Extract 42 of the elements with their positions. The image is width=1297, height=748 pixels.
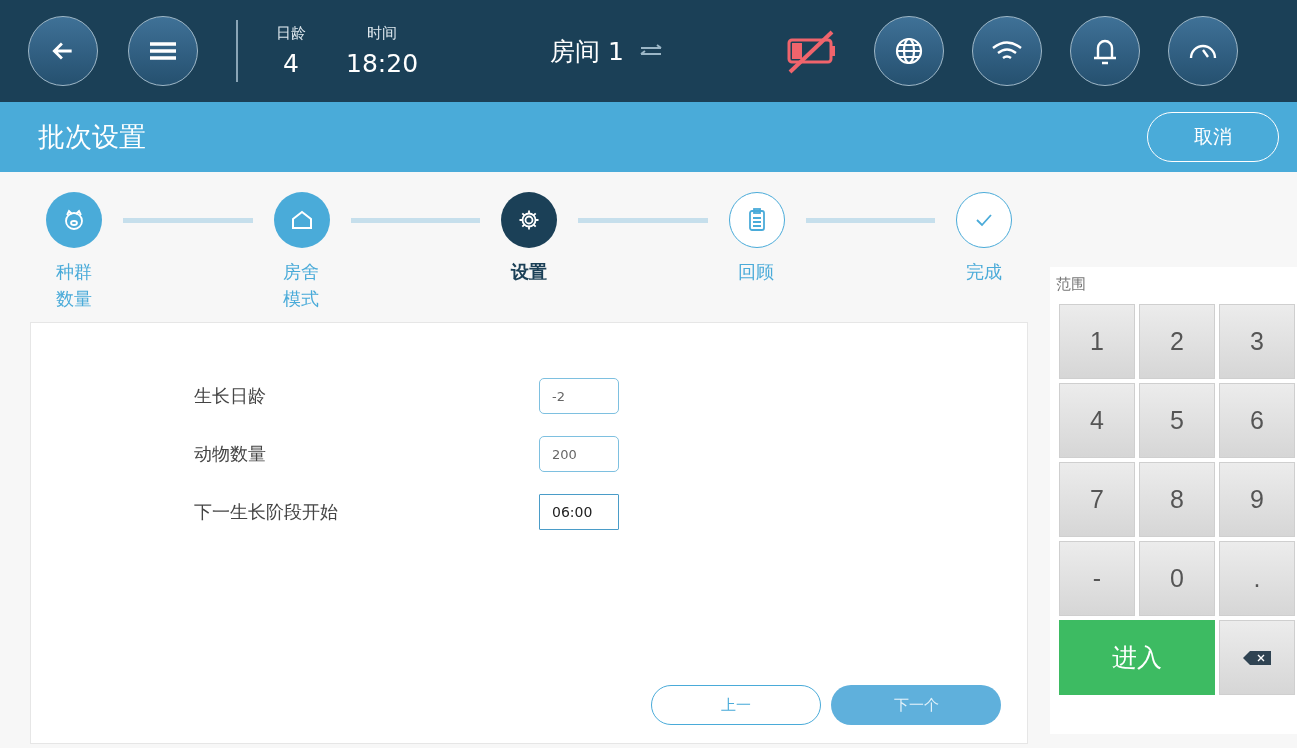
globe-icon [894, 37, 923, 65]
backspace-button[interactable] [1219, 620, 1295, 695]
keypad-key[interactable]: 0 [1139, 541, 1215, 616]
page-title: 批次设置 [38, 120, 146, 154]
step-label: 完成 [965, 260, 1003, 284]
menu-icon [148, 41, 178, 61]
input-field[interactable]: 06:00 [539, 494, 619, 530]
keypad-key[interactable]: 9 [1219, 462, 1295, 537]
day-label: 日龄 [276, 24, 306, 43]
wifi-icon [990, 40, 1023, 62]
keypad-key[interactable]: . [1219, 541, 1295, 616]
keypad-key[interactable]: 3 [1219, 304, 1295, 379]
gear-icon [518, 209, 540, 231]
pig-icon [63, 209, 85, 231]
keypad-key[interactable]: 1 [1059, 304, 1135, 379]
clipboard-icon [747, 208, 766, 232]
range-label: 范围 [1056, 275, 1087, 294]
battery-off-icon [785, 28, 838, 74]
keypad-key[interactable]: 4 [1059, 383, 1135, 458]
field-label: 下一生长阶段开始 [194, 500, 339, 524]
field-label: 动物数量 [194, 442, 267, 466]
house-icon [290, 210, 313, 230]
step-label: 设置 [510, 260, 548, 284]
input-field[interactable]: -2 [539, 378, 619, 414]
step-label: 回顾 [737, 260, 776, 284]
input-field[interactable]: 200 [539, 436, 619, 472]
keypad-key[interactable]: 7 [1059, 462, 1135, 537]
day-value: 4 [283, 49, 299, 78]
step-circle[interactable] [501, 192, 557, 248]
field-label: 生长日龄 [194, 384, 267, 408]
keypad-key[interactable]: 8 [1139, 462, 1215, 537]
keypad-key[interactable]: 6 [1219, 383, 1295, 458]
time-label: 时间 [367, 24, 397, 43]
check-icon [975, 213, 993, 227]
step-label: 房舍模式 [282, 260, 321, 311]
keypad-key[interactable]: - [1059, 541, 1135, 616]
keypad-key[interactable]: 2 [1139, 304, 1215, 379]
step-label: 种群数量 [55, 260, 93, 311]
backspace-icon [1243, 650, 1271, 665]
time-value: 18:20 [346, 49, 419, 78]
room-title[interactable]: 房间 1 [550, 34, 624, 68]
keypad-key[interactable]: 5 [1139, 383, 1215, 458]
